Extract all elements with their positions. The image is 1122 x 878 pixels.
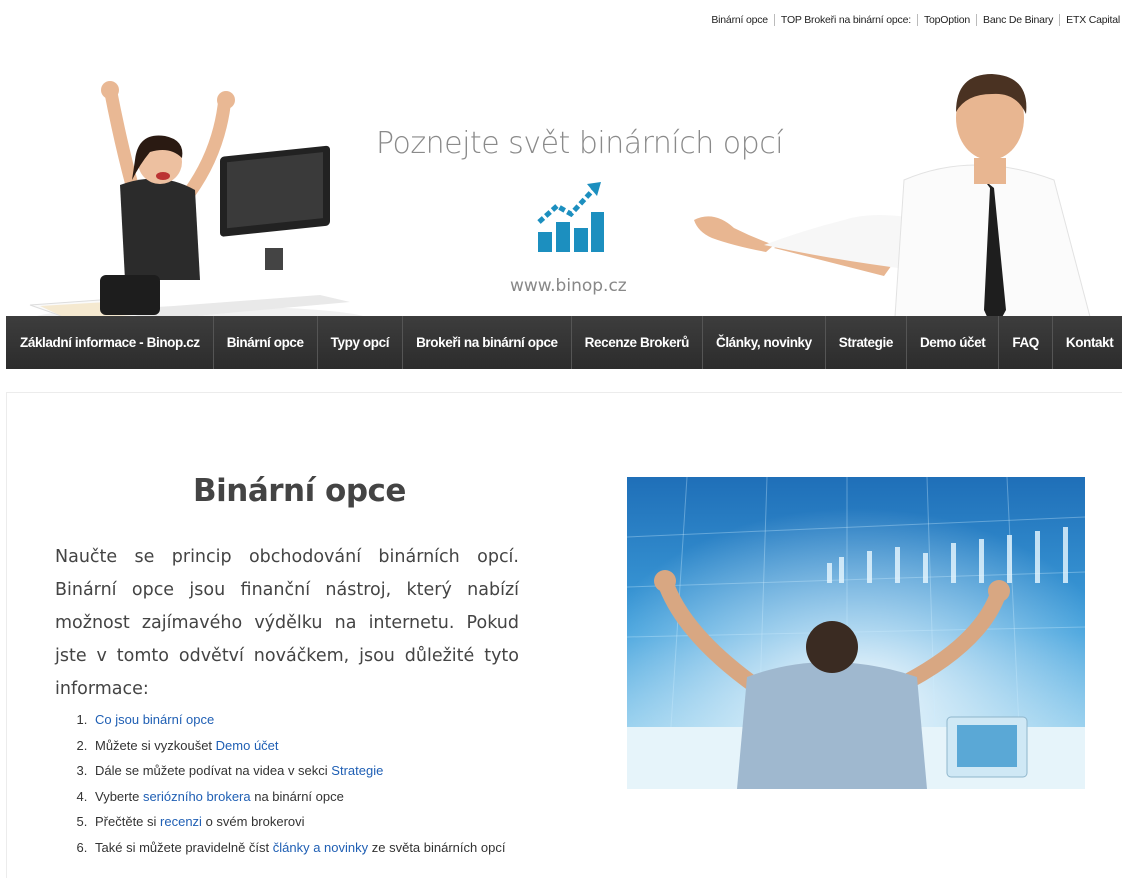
step-text: Dále se můžete podívat na videa v sekci [95, 763, 332, 778]
main-nav: Základní informace - Binop.cz Binární op… [6, 316, 1122, 369]
nav-faq[interactable]: FAQ [999, 316, 1053, 369]
nav-demo-ucet[interactable]: Demo účet [907, 316, 1000, 369]
step-text: Vyberte [95, 788, 143, 804]
steps-list: Co jsou binární opce Můžete si vyzkoušet… [67, 707, 537, 860]
nav-kontakt[interactable]: Kontakt [1053, 316, 1122, 369]
chart-growth-icon [537, 182, 604, 252]
top-links: Binární opce TOP Brokeři na binární opce… [705, 14, 1120, 26]
link-demo-ucet[interactable]: Demo účet [216, 738, 279, 753]
list-item: Vyberte seriózního brokera na binární op… [91, 784, 537, 810]
toplink-etx-capital[interactable]: ETX Capital [1060, 14, 1120, 26]
nav-typy-opci[interactable]: Typy opcí [318, 316, 404, 369]
man-presenting-image [694, 74, 1095, 332]
page-heading: Binární opce [193, 473, 406, 509]
link-strategie[interactable]: Strategie [331, 763, 383, 778]
nav-binarni-opce[interactable]: Binární opce [214, 316, 318, 369]
main-content: Binární opce Naučte se princip obchodová… [6, 392, 1122, 878]
link-seriozniho-brokera[interactable]: seriózního brokera [143, 789, 251, 804]
intro-paragraph: Naučte se princip obchodování binárních … [55, 547, 519, 699]
list-item: Můžete si vyzkoušet Demo účet [91, 733, 537, 759]
toplink-banc-de-binary[interactable]: Banc De Binary [977, 14, 1061, 26]
list-item: Přečtěte si recenzi o svém brokerovi [91, 809, 537, 835]
site-url: www.binop.cz [510, 276, 627, 296]
step-text: na binární opce [250, 788, 344, 804]
nav-zakladni-informace[interactable]: Základní informace - Binop.cz [6, 316, 214, 369]
link-co-jsou-binarni-opce[interactable]: Co jsou binární opce [95, 712, 214, 727]
link-recenzi[interactable]: recenzi [160, 814, 202, 829]
nav-brokeri[interactable]: Brokeři na binární opce [403, 316, 572, 369]
list-item: Také si můžete pravidelně číst články a … [91, 835, 537, 861]
nav-strategie[interactable]: Strategie [826, 316, 907, 369]
toplink-binarni-opce[interactable]: Binární opce [705, 14, 775, 26]
list-item: Dále se můžete podívat na videa v sekci … [91, 758, 537, 784]
toplink-topoption[interactable]: TopOption [918, 14, 978, 26]
header-banner: Poznejte svět binárních opcí www.binop.c… [0, 30, 1122, 334]
step-text: ze světa binárních opcí [368, 839, 506, 855]
link-clanky-a-novinky[interactable]: články a novinky [273, 840, 368, 855]
step-text: Také si můžete pravidelně číst [95, 839, 273, 855]
step-text: Můžete si vyzkoušet [95, 737, 216, 753]
nav-recenze-brokeru[interactable]: Recenze Brokerů [572, 316, 703, 369]
trader-celebrating-image [627, 477, 1085, 789]
woman-celebrating-image [29, 81, 370, 334]
list-item: Co jsou binární opce [91, 707, 537, 733]
step-text: o svém brokerovi [201, 814, 305, 829]
nav-clanky-novinky[interactable]: Články, novinky [703, 316, 826, 369]
toplink-top-brokeri[interactable]: TOP Brokeři na binární opce: [775, 14, 918, 26]
step-text: Přečtěte si [95, 814, 161, 829]
